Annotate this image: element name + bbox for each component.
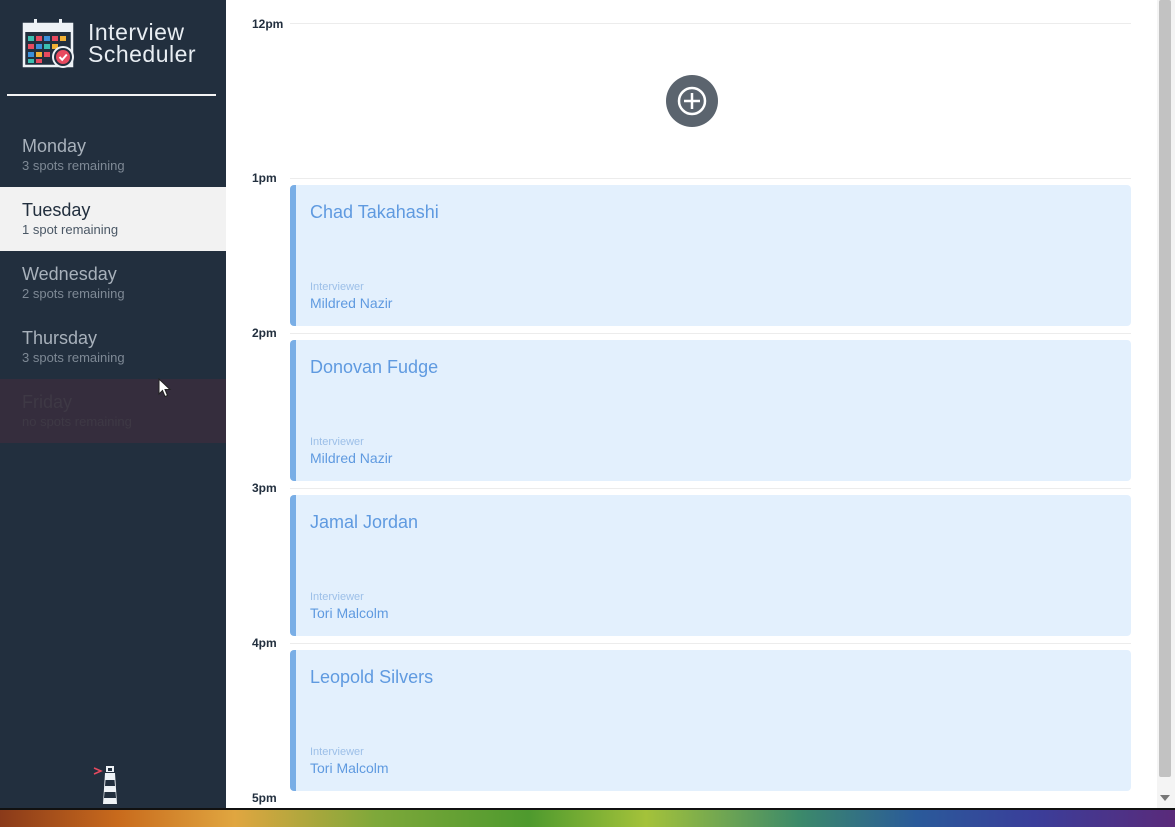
interviewer-label: Interviewer	[310, 746, 364, 758]
hour-divider	[290, 333, 1131, 334]
day-item-tuesday[interactable]: Tuesday 1 spot remaining	[0, 187, 226, 251]
day-name: Tuesday	[22, 200, 91, 220]
day-item-monday[interactable]: Monday 3 spots remaining	[0, 123, 226, 187]
day-list: Monday 3 spots remaining Tuesday 1 spot …	[0, 123, 226, 443]
hour-label: 1pm	[252, 171, 277, 185]
interviewer-label: Interviewer	[310, 591, 364, 603]
interviewer-name: Mildred Nazir	[310, 450, 393, 466]
interviewer-name: Tori Malcolm	[310, 605, 389, 621]
app-title-line2: Scheduler	[88, 41, 197, 67]
hour-label: 4pm	[252, 636, 277, 650]
hour-label: 5pm	[252, 791, 277, 805]
sidebar-divider	[7, 94, 216, 96]
appointment-card[interactable]: Donovan Fudge Interviewer Mildred Nazir	[290, 340, 1131, 481]
interviewer-label: Interviewer	[310, 281, 364, 293]
interviewer-name: Mildred Nazir	[310, 295, 393, 311]
add-appointment-button[interactable]	[666, 75, 718, 127]
hour-divider	[290, 488, 1131, 489]
app-logo: Interview Scheduler	[22, 18, 212, 74]
desktop-background	[0, 810, 1175, 827]
appointment-card[interactable]: Jamal Jordan Interviewer Tori Malcolm	[290, 495, 1131, 636]
student-name: Leopold Silvers	[310, 667, 434, 687]
day-item-thursday[interactable]: Thursday 3 spots remaining	[0, 315, 226, 379]
appointment-card[interactable]: Chad Takahashi Interviewer Mildred Nazir	[290, 185, 1131, 326]
student-name: Donovan Fudge	[310, 357, 439, 377]
day-spots: 1 spot remaining	[22, 222, 119, 237]
hour-divider	[290, 178, 1131, 179]
hour-label: 3pm	[252, 481, 277, 495]
interviewer-name: Tori Malcolm	[310, 760, 389, 776]
day-spots: 3 spots remaining	[22, 350, 125, 365]
day-name: Wednesday	[22, 264, 117, 284]
plus-icon	[677, 86, 707, 116]
mouse-cursor-icon	[158, 378, 172, 398]
day-item-wednesday[interactable]: Wednesday 2 spots remaining	[0, 251, 226, 315]
lighthouse-icon	[93, 766, 117, 804]
sidebar: Interview Scheduler Monday 3 spots remai…	[0, 0, 226, 810]
interviewer-label: Interviewer	[310, 436, 364, 448]
day-item-friday[interactable]: Friday no spots remaining	[0, 379, 226, 443]
day-spots: no spots remaining	[22, 414, 132, 429]
vertical-scrollbar[interactable]	[1157, 0, 1175, 810]
scroll-down-arrow-icon[interactable]	[1160, 795, 1170, 801]
student-name: Jamal Jordan	[310, 512, 419, 532]
day-name: Monday	[22, 136, 87, 156]
day-spots: 3 spots remaining	[22, 158, 125, 173]
hour-divider	[290, 643, 1131, 644]
student-name: Chad Takahashi	[310, 202, 439, 222]
hour-label: 2pm	[252, 326, 277, 340]
hour-label: 12pm	[252, 17, 284, 31]
app-title: Interview Scheduler	[88, 19, 197, 67]
hour-divider	[290, 23, 1131, 24]
calendar-check-icon	[22, 19, 74, 68]
day-name: Thursday	[22, 328, 98, 348]
day-name: Friday	[22, 392, 73, 412]
day-spots: 2 spots remaining	[22, 286, 125, 301]
scrollbar-thumb[interactable]	[1159, 0, 1171, 777]
app-title-line1: Interview	[88, 19, 185, 45]
schedule: 12pm 1pm Chad Takahashi Interviewer Mild…	[226, 0, 1157, 810]
appointment-card[interactable]: Leopold Silvers Interviewer Tori Malcolm	[290, 650, 1131, 791]
